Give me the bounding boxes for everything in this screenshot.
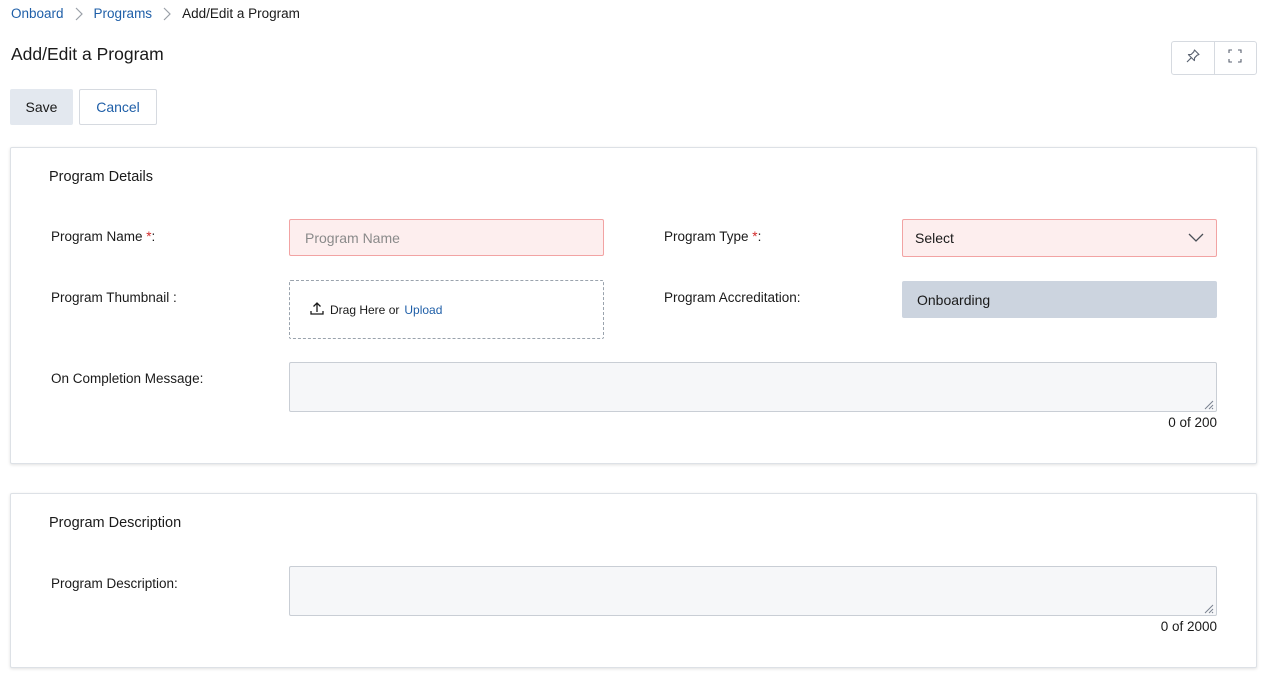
page-title: Add/Edit a Program xyxy=(11,44,164,64)
breadcrumb-programs[interactable]: Programs xyxy=(94,6,153,21)
section-title-program-description: Program Description xyxy=(49,515,182,531)
breadcrumb-current: Add/Edit a Program xyxy=(182,6,300,21)
program-accreditation-value: Onboarding xyxy=(902,281,1217,318)
program-details-card: Program Details Program Name *: Program … xyxy=(10,147,1257,464)
program-description-counter: 0 of 2000 xyxy=(1160,619,1217,634)
completion-message-counter: 0 of 200 xyxy=(1168,415,1217,430)
program-type-select[interactable]: Select xyxy=(902,219,1217,257)
program-name-input[interactable] xyxy=(289,219,604,256)
pin-icon xyxy=(1185,48,1201,69)
upload-icon xyxy=(309,300,325,319)
completion-message-label: On Completion Message: xyxy=(51,371,204,386)
pin-button[interactable] xyxy=(1172,42,1214,74)
completion-message-textarea[interactable] xyxy=(289,362,1217,412)
resize-handle-icon[interactable] xyxy=(1202,397,1214,410)
program-type-selected: Select xyxy=(915,230,954,246)
save-button[interactable]: Save xyxy=(10,89,73,125)
thumbnail-dropzone[interactable]: Drag Here or Upload xyxy=(289,280,604,339)
view-tools xyxy=(1171,41,1257,75)
breadcrumb: Onboard Programs Add/Edit a Program xyxy=(11,6,300,21)
fullscreen-button[interactable] xyxy=(1213,42,1257,74)
upload-link[interactable]: Upload xyxy=(404,303,442,317)
chevron-down-icon xyxy=(1188,230,1204,246)
program-description-label: Program Description: xyxy=(51,576,178,591)
drag-here-text: Drag Here or xyxy=(330,302,400,317)
fullscreen-icon xyxy=(1227,48,1243,69)
chevron-right-icon xyxy=(152,7,182,21)
program-name-label: Program Name *: xyxy=(51,229,156,244)
cancel-button[interactable]: Cancel xyxy=(79,89,157,125)
program-accreditation-label: Program Accreditation: xyxy=(664,290,801,305)
program-description-textarea[interactable] xyxy=(289,566,1217,616)
resize-handle-icon[interactable] xyxy=(1202,601,1214,614)
chevron-right-icon xyxy=(64,7,94,21)
program-thumbnail-label: Program Thumbnail : xyxy=(51,290,177,305)
section-title-program-details: Program Details xyxy=(49,169,153,185)
program-description-card: Program Description Program Description:… xyxy=(10,493,1257,668)
breadcrumb-onboard[interactable]: Onboard xyxy=(11,6,64,21)
page: Onboard Programs Add/Edit a Program Add/… xyxy=(0,0,1263,677)
program-type-label: Program Type *: xyxy=(664,229,762,244)
